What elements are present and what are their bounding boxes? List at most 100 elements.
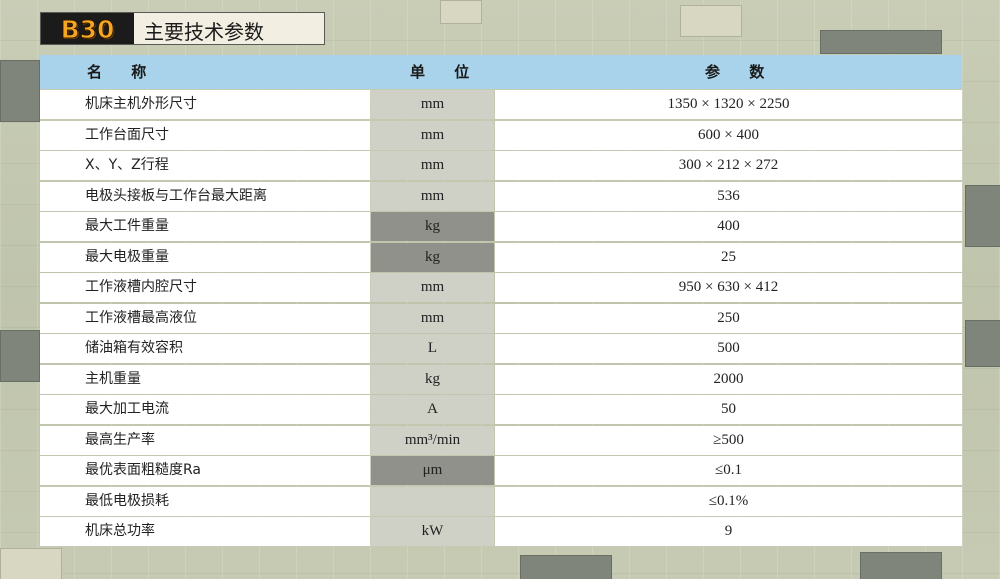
cell-unit: mm: [371, 151, 494, 180]
board-chip: [820, 30, 942, 54]
table-row: 机床主机外形尺寸 mm 1350 × 1320 × 2250: [40, 90, 962, 119]
cell-name-text: 工作台面尺寸: [85, 126, 169, 143]
table-row: 最大电极重量 kg 25: [40, 242, 962, 272]
cell-unit-text: kg: [425, 370, 440, 387]
section-title-bar: B30 主要技术参数: [40, 12, 325, 45]
cell-name-text: 最优表面粗糙度Ra: [85, 462, 201, 478]
cell-value-text: 536: [717, 187, 740, 204]
cell-name-text: X、Y、Z行程: [85, 157, 169, 173]
cell-unit: mm: [371, 303, 494, 333]
cell-unit-text: mm: [420, 96, 445, 112]
board-chip: [0, 60, 40, 122]
table-row: 最大加工电流 A 50: [40, 395, 962, 424]
cell-value: 250: [495, 303, 962, 333]
cell-unit-text: kg: [425, 248, 440, 265]
cell-value: ≤0.1%: [495, 486, 962, 516]
cell-name: 工作台面尺寸: [40, 120, 370, 150]
table-row: 最低电极损耗 ≤0.1%: [40, 486, 962, 516]
cell-unit: mm: [371, 90, 494, 119]
cell-unit: μm: [371, 456, 494, 485]
board-pad: [680, 5, 742, 37]
board-chip: [520, 555, 612, 579]
board-pad: [0, 548, 62, 579]
cell-name: 最高生产率: [40, 425, 370, 455]
board-chip: [0, 330, 40, 382]
cell-unit-text: L: [427, 340, 438, 356]
cell-value-text: ≥500: [713, 431, 744, 448]
table-row: 主机重量 kg 2000: [40, 364, 962, 394]
cell-value: 1350 × 1320 × 2250: [495, 90, 962, 119]
table-row: 工作液槽内腔尺寸 mm 950 × 630 × 412: [40, 273, 962, 302]
board-chip: [860, 552, 942, 579]
cell-name: 机床总功率: [40, 517, 370, 546]
cell-unit-text: kW: [421, 523, 444, 539]
cell-value: ≥500: [495, 425, 962, 455]
table-row: X、Y、Z行程 mm 300 × 212 × 272: [40, 151, 962, 180]
cell-value-text: 25: [721, 248, 736, 265]
model-badge-text: B30: [60, 15, 115, 45]
cell-name-text: 最高生产率: [85, 431, 155, 448]
cell-unit: [371, 486, 494, 516]
cell-value-text: 50: [721, 401, 736, 417]
cell-name-text: 电极头接板与工作台最大距离: [85, 187, 267, 204]
cell-unit: kg: [371, 212, 494, 241]
cell-name-text: 最大工件重量: [85, 218, 169, 234]
cell-value: 400: [495, 212, 962, 241]
cell-name-text: 机床总功率: [85, 523, 155, 539]
cell-name: 机床主机外形尺寸: [40, 90, 370, 119]
column-header-value: 参 数: [705, 63, 777, 81]
table-row: 最优表面粗糙度Ra μm ≤0.1: [40, 456, 962, 485]
cell-name: 最大电极重量: [40, 242, 370, 272]
cell-unit-text: mm: [420, 309, 445, 326]
section-title: 主要技术参数: [144, 20, 264, 44]
cell-name: 储油箱有效容积: [40, 334, 370, 363]
cell-value: 50: [495, 395, 962, 424]
cell-name: 最大加工电流: [40, 395, 370, 424]
cell-value-text: 1350 × 1320 × 2250: [667, 96, 790, 112]
cell-value-text: 2000: [713, 370, 744, 387]
cell-value: 600 × 400: [495, 120, 962, 150]
cell-name: 工作液槽最高液位: [40, 303, 370, 333]
cell-name-text: 最大电极重量: [85, 248, 169, 265]
cell-value: ≤0.1: [495, 456, 962, 485]
cell-unit: mm³/min: [371, 425, 494, 455]
cell-unit-text: A: [427, 401, 438, 417]
board-pad: [440, 0, 482, 24]
cell-name: 电极头接板与工作台最大距离: [40, 181, 370, 211]
table-row: 机床总功率 kW 9: [40, 517, 962, 546]
cell-unit-text: mm: [420, 157, 445, 173]
cell-value: 25: [495, 242, 962, 272]
table-row: 电极头接板与工作台最大距离 mm 536: [40, 181, 962, 211]
cell-value-text: ≤0.1%: [708, 492, 749, 509]
cell-unit: L: [371, 334, 494, 363]
cell-unit-text: mm: [420, 279, 445, 295]
model-badge: B30: [41, 13, 134, 45]
cell-value: 536: [495, 181, 962, 211]
board-chip: [965, 185, 1000, 247]
cell-name: 最大工件重量: [40, 212, 370, 241]
cell-value-text: 600 × 400: [698, 126, 759, 143]
cell-unit-text: mm: [420, 187, 445, 204]
board-chip: [965, 320, 1000, 367]
table-row: 最高生产率 mm³/min ≥500: [40, 425, 962, 455]
table-row: 储油箱有效容积 L 500: [40, 334, 962, 363]
cell-value: 500: [495, 334, 962, 363]
cell-unit: A: [371, 395, 494, 424]
cell-name-text: 机床主机外形尺寸: [85, 96, 197, 112]
cell-value: 9: [495, 517, 962, 546]
cell-value-text: ≤0.1: [715, 462, 742, 478]
table-row: 工作液槽最高液位 mm 250: [40, 303, 962, 333]
cell-name: 工作液槽内腔尺寸: [40, 273, 370, 302]
cell-name-text: 工作液槽最高液位: [85, 309, 197, 326]
cell-value-text: 500: [717, 340, 740, 356]
cell-unit: kg: [371, 364, 494, 394]
cell-unit-text: mm: [420, 126, 445, 143]
cell-value-text: 400: [717, 218, 740, 234]
cell-value: 2000: [495, 364, 962, 394]
table-row: 最大工件重量 kg 400: [40, 212, 962, 241]
cell-value-text: 950 × 630 × 412: [678, 279, 779, 295]
cell-name-text: 工作液槽内腔尺寸: [85, 279, 197, 295]
cell-name: 最优表面粗糙度Ra: [40, 456, 370, 485]
cell-unit: mm: [371, 181, 494, 211]
cell-unit-text: μm: [422, 462, 443, 478]
